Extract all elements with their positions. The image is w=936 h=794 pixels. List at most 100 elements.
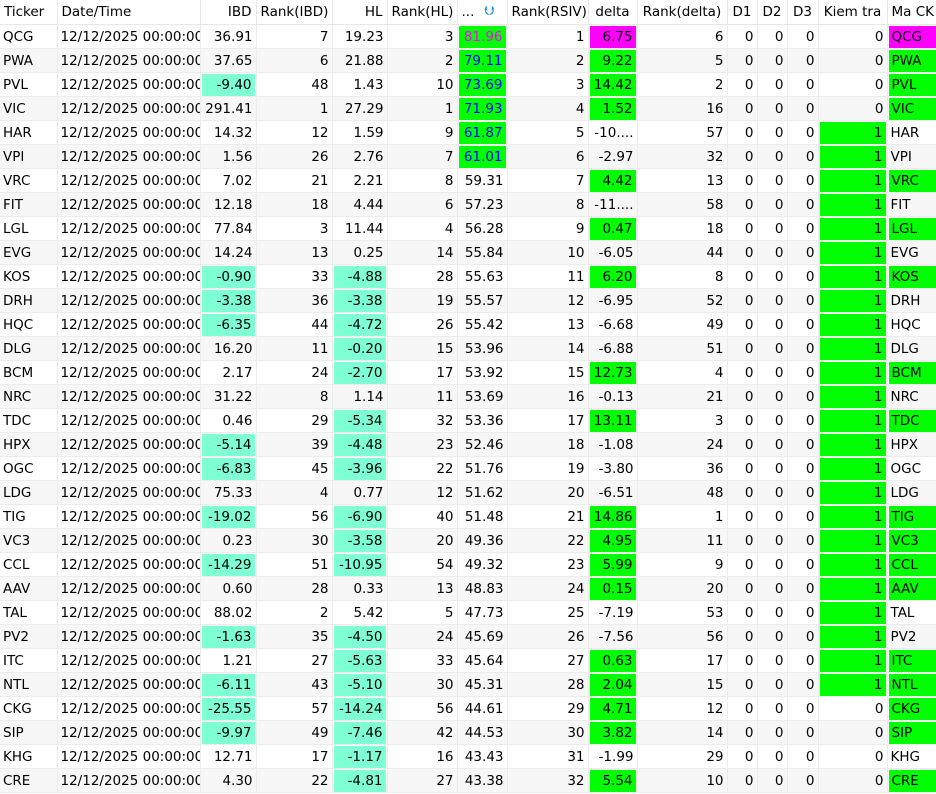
cell-rank-rsiv[interactable]: 27 (507, 648, 589, 673)
cell-ticker[interactable]: CRE (0, 768, 58, 793)
cell-datetime[interactable]: 12/12/2025 00:00:00 (57, 360, 201, 385)
header-delta[interactable]: delta (588, 0, 638, 25)
cell-d1[interactable]: 0 (727, 552, 758, 577)
cell-ibd[interactable]: 0.60 (200, 576, 257, 601)
cell-hl[interactable]: -3.58 (332, 528, 388, 553)
cell-rank-rsiv[interactable]: 22 (507, 528, 589, 553)
cell-hl[interactable]: 27.29 (332, 96, 388, 121)
cell-d3[interactable]: 0 (787, 24, 819, 49)
cell-d2[interactable]: 0 (757, 120, 788, 145)
cell-ibd[interactable]: 16.20 (200, 336, 257, 361)
table-row[interactable]: KHG 12/12/2025 00:00:00 12.71 17 -1.17 16 43.4… (0, 744, 936, 769)
cell-rank-hl[interactable]: 40 (387, 504, 458, 529)
header-ticker[interactable]: Ticker (0, 0, 58, 25)
cell-kiem-tra[interactable]: 1 (818, 168, 888, 193)
cell-d3[interactable]: 0 (787, 336, 819, 361)
cell-hl[interactable]: -14.24 (332, 696, 388, 721)
cell-d1[interactable]: 0 (727, 144, 758, 169)
cell-hl[interactable]: -7.46 (332, 720, 388, 745)
cell-delta[interactable]: 0.63 (588, 648, 638, 673)
cell-d3[interactable]: 0 (787, 456, 819, 481)
cell-rank-delta[interactable]: 8 (637, 264, 728, 289)
cell-delta[interactable]: -7.19 (588, 600, 638, 625)
cell-rsiv[interactable]: 56.28 (457, 216, 508, 241)
cell-kiem-tra[interactable]: 1 (818, 312, 888, 337)
cell-ticker[interactable]: TDC (0, 408, 58, 433)
table-row[interactable]: FIT 12/12/2025 00:00:00 12.18 18 4.44 6 57.23 8… (0, 192, 936, 217)
table-row[interactable]: LDG 12/12/2025 00:00:00 75.33 4 0.77 12 51.62 2… (0, 480, 936, 505)
cell-delta[interactable]: 2.04 (588, 672, 638, 697)
cell-d1[interactable]: 0 (727, 288, 758, 313)
cell-datetime[interactable]: 12/12/2025 00:00:00 (57, 336, 201, 361)
cell-ibd[interactable]: -1.63 (200, 624, 257, 649)
cell-d1[interactable]: 0 (727, 96, 758, 121)
cell-ibd[interactable]: 1.56 (200, 144, 257, 169)
cell-d2[interactable]: 0 (757, 168, 788, 193)
cell-d3[interactable]: 0 (787, 120, 819, 145)
cell-rank-hl[interactable]: 6 (387, 192, 458, 217)
cell-ibd[interactable]: 2.17 (200, 360, 257, 385)
cell-hl[interactable]: 0.77 (332, 480, 388, 505)
header-datetime[interactable]: Date/Time (57, 0, 201, 25)
cell-delta[interactable]: 0.15 (588, 576, 638, 601)
table-row[interactable]: HPX 12/12/2025 00:00:00 -5.14 39 -4.48 23 52.4… (0, 432, 936, 457)
cell-d2[interactable]: 0 (757, 480, 788, 505)
cell-hl[interactable]: -6.90 (332, 504, 388, 529)
cell-d2[interactable]: 0 (757, 600, 788, 625)
cell-rank-ibd[interactable]: 27 (256, 648, 333, 673)
cell-delta[interactable]: -11.... (588, 192, 638, 217)
cell-rank-rsiv[interactable]: 24 (507, 576, 589, 601)
table-row[interactable]: TAL 12/12/2025 00:00:00 88.02 2 5.42 5 47.73 25… (0, 600, 936, 625)
cell-rank-ibd[interactable]: 56 (256, 504, 333, 529)
cell-d3[interactable]: 0 (787, 384, 819, 409)
cell-d3[interactable]: 0 (787, 48, 819, 73)
cell-rank-ibd[interactable]: 11 (256, 336, 333, 361)
cell-d3[interactable]: 0 (787, 408, 819, 433)
cell-hl[interactable]: -1.17 (332, 744, 388, 769)
cell-datetime[interactable]: 12/12/2025 00:00:00 (57, 264, 201, 289)
cell-rank-ibd[interactable]: 2 (256, 600, 333, 625)
cell-rsiv[interactable]: 43.38 (457, 768, 508, 793)
cell-d1[interactable]: 0 (727, 264, 758, 289)
cell-rank-rsiv[interactable]: 16 (507, 384, 589, 409)
cell-rank-delta[interactable]: 18 (637, 216, 728, 241)
cell-d2[interactable]: 0 (757, 648, 788, 673)
cell-rsiv[interactable]: 55.63 (457, 264, 508, 289)
cell-rank-ibd[interactable]: 39 (256, 432, 333, 457)
cell-ma-ck[interactable]: NTL (887, 672, 936, 697)
cell-rsiv[interactable]: 55.84 (457, 240, 508, 265)
cell-d2[interactable]: 0 (757, 552, 788, 577)
table-row[interactable]: HQC 12/12/2025 00:00:00 -6.35 44 -4.72 26 55.4… (0, 312, 936, 337)
cell-ma-ck[interactable]: DRH (887, 288, 936, 313)
cell-ticker[interactable]: CCL (0, 552, 58, 577)
cell-d3[interactable]: 0 (787, 360, 819, 385)
cell-rsiv[interactable]: 52.46 (457, 432, 508, 457)
cell-d2[interactable]: 0 (757, 312, 788, 337)
cell-d1[interactable]: 0 (727, 768, 758, 793)
cell-hl[interactable]: -0.20 (332, 336, 388, 361)
cell-ma-ck[interactable]: QCG (887, 24, 936, 49)
table-row[interactable]: CCL 12/12/2025 00:00:00 -14.29 51 -10.95 54 49… (0, 552, 936, 577)
cell-rank-delta[interactable]: 51 (637, 336, 728, 361)
cell-rank-rsiv[interactable]: 26 (507, 624, 589, 649)
cell-ma-ck[interactable]: KOS (887, 264, 936, 289)
cell-rsiv[interactable]: 49.32 (457, 552, 508, 577)
cell-kiem-tra[interactable]: 0 (818, 696, 888, 721)
cell-rank-delta[interactable]: 21 (637, 384, 728, 409)
header-rsiv[interactable]: ... ⮋ (457, 0, 508, 25)
cell-rank-rsiv[interactable]: 7 (507, 168, 589, 193)
cell-rank-ibd[interactable]: 36 (256, 288, 333, 313)
cell-rank-ibd[interactable]: 3 (256, 216, 333, 241)
cell-rank-ibd[interactable]: 8 (256, 384, 333, 409)
cell-d3[interactable]: 0 (787, 576, 819, 601)
cell-delta[interactable]: -1.99 (588, 744, 638, 769)
cell-rank-ibd[interactable]: 18 (256, 192, 333, 217)
cell-rank-delta[interactable]: 32 (637, 144, 728, 169)
cell-rank-rsiv[interactable]: 5 (507, 120, 589, 145)
cell-datetime[interactable]: 12/12/2025 00:00:00 (57, 120, 201, 145)
cell-delta[interactable]: -10.... (588, 120, 638, 145)
cell-ticker[interactable]: QCG (0, 24, 58, 49)
cell-rank-rsiv[interactable]: 9 (507, 216, 589, 241)
cell-datetime[interactable]: 12/12/2025 00:00:00 (57, 768, 201, 793)
cell-d2[interactable]: 0 (757, 264, 788, 289)
